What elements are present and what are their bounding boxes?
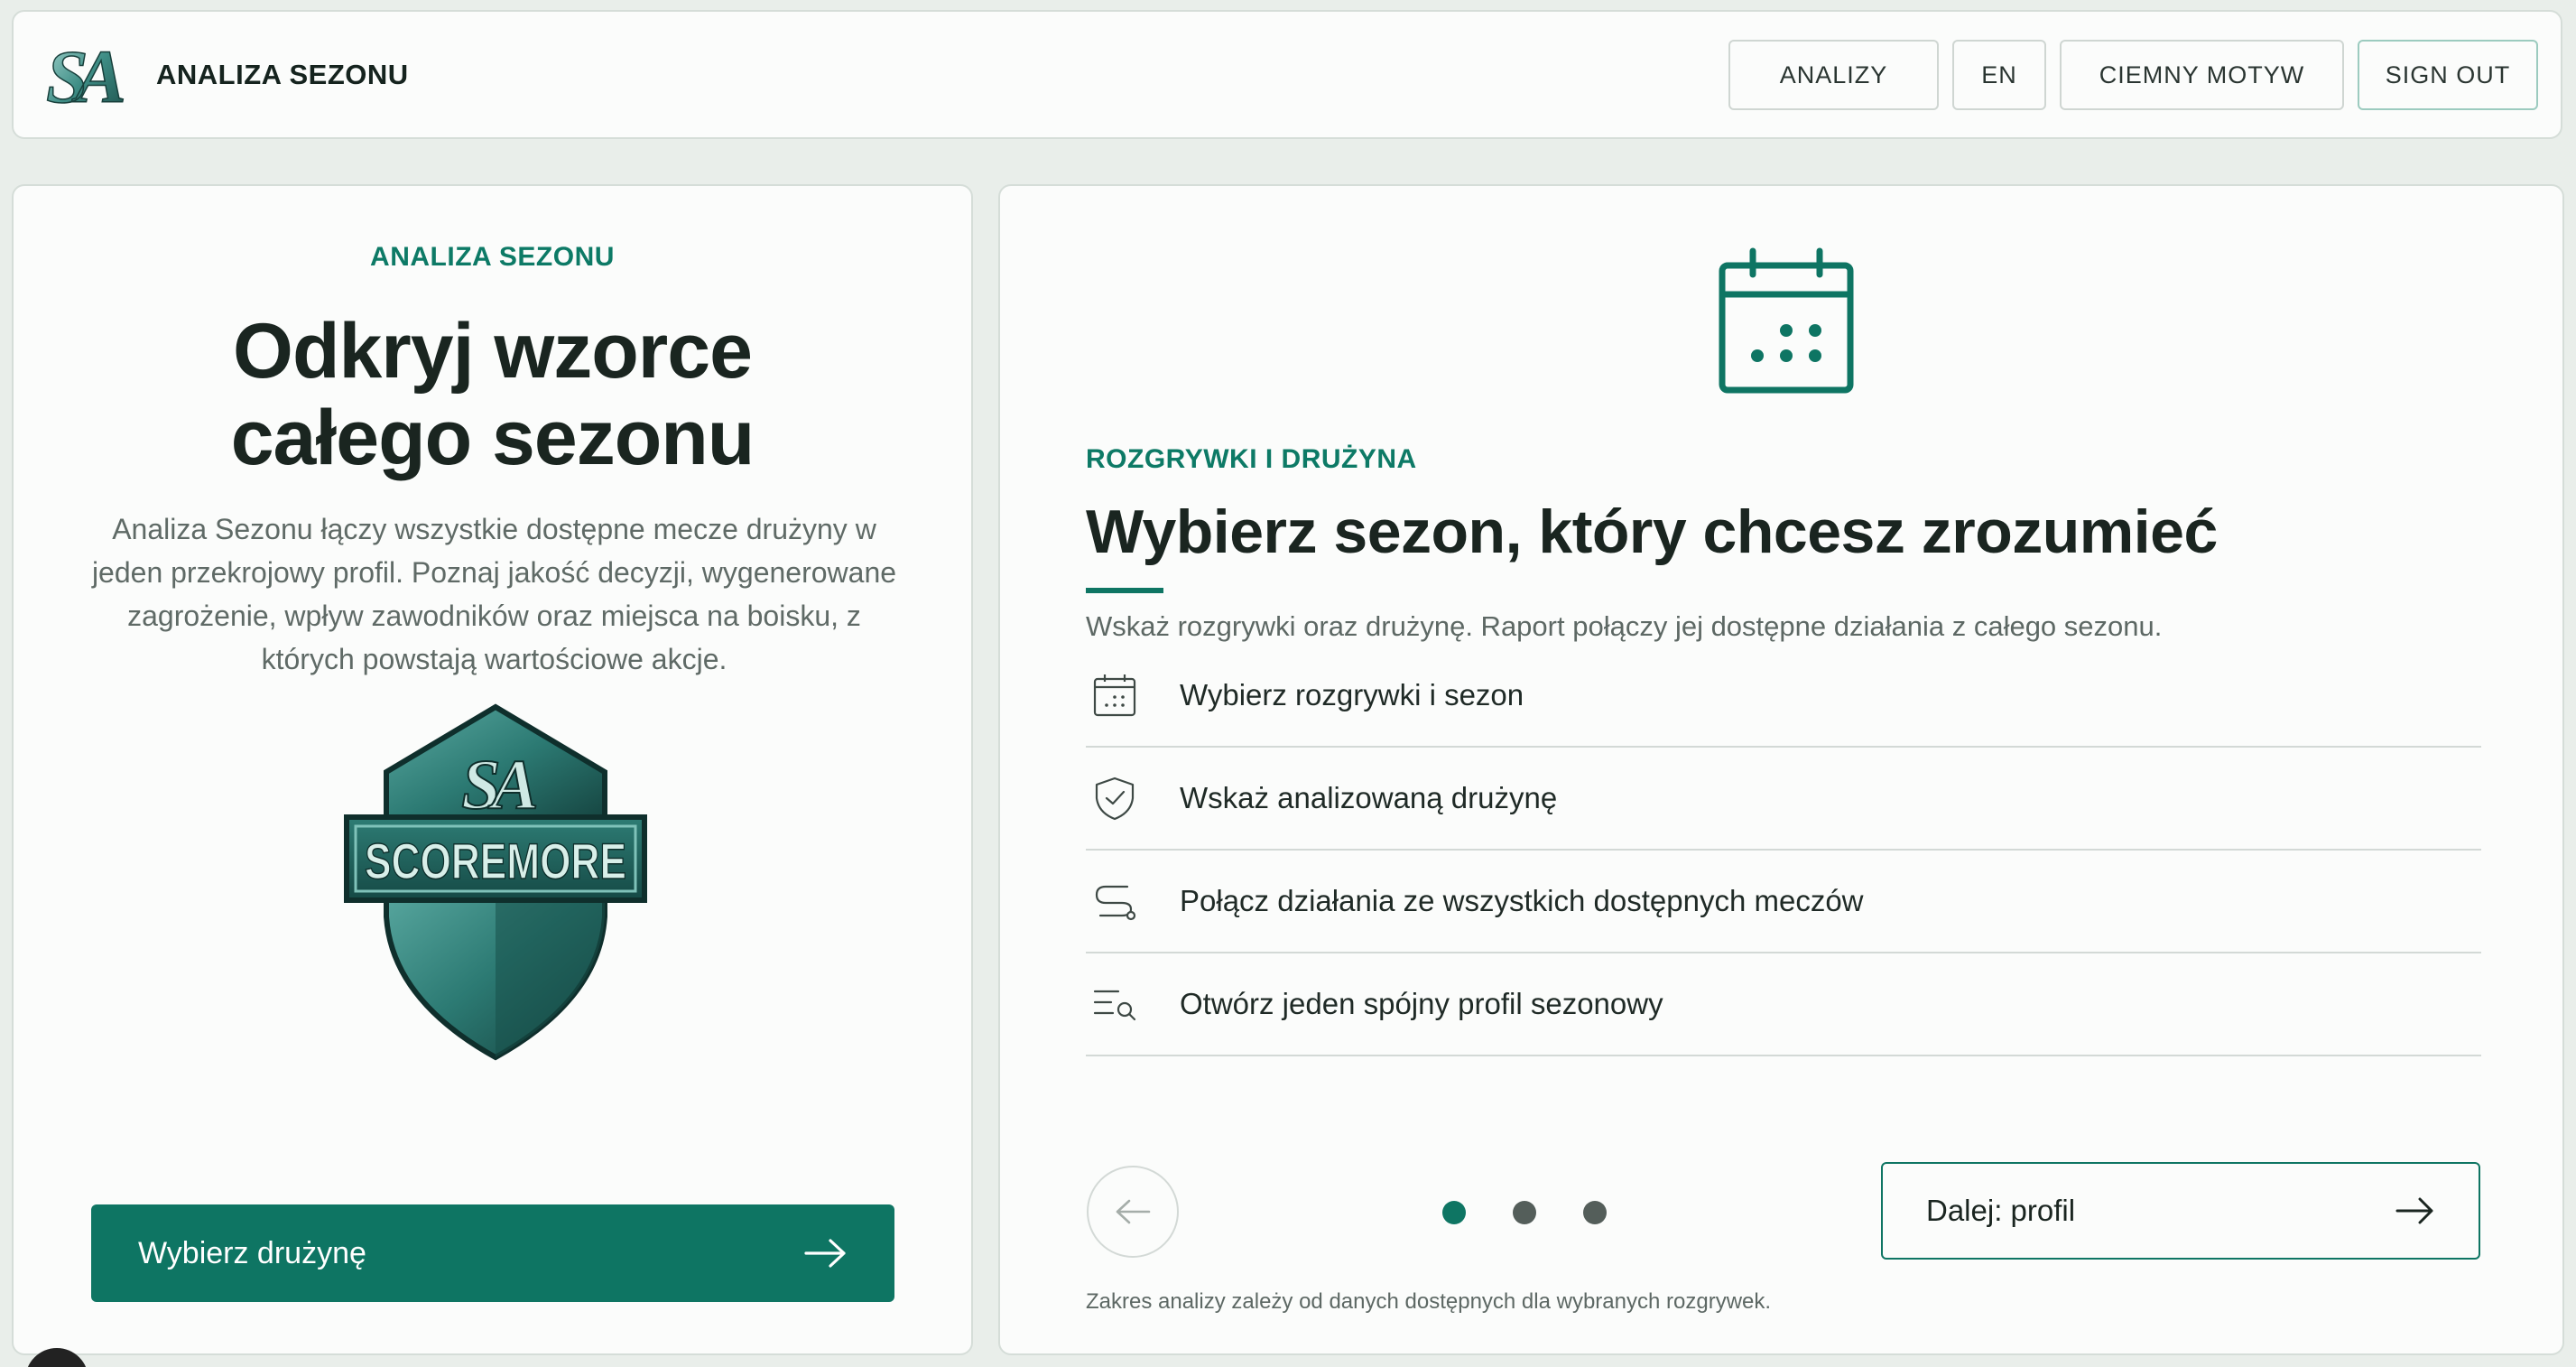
next-profile-label: Dalej: profil [1926, 1194, 2076, 1227]
intro-title: Odkryj wzorce całego sezonu [14, 308, 971, 481]
previous-button[interactable] [1087, 1166, 1179, 1258]
next-profile-button[interactable]: Dalej: profil [1881, 1162, 2480, 1260]
step-item-season: Wybierz rozgrywki i sezon [1086, 645, 2481, 748]
pagination-dots [1442, 1201, 1607, 1224]
calendar-icon [1719, 247, 1854, 394]
svg-text:SCOREMORE: SCOREMORE [365, 832, 626, 889]
pagination-dot-1[interactable] [1442, 1201, 1466, 1224]
step-label: Wybierz rozgrywki i sezon [1180, 678, 1524, 711]
wizard-title: Wybierz sezon, który chcesz zrozumieć [1086, 498, 2218, 566]
analyses-button[interactable]: ANALIZY [1728, 40, 1939, 110]
shield-check-icon [1095, 776, 1135, 821]
wizard-subtitle: Wskaż rozgrywki oraz drużynę. Raport poł… [1086, 610, 2163, 642]
top-bar: SA ANALIZA SEZONU ANALIZY EN CIEMNY MOTY… [12, 10, 2562, 139]
list-search-icon [1093, 990, 1136, 1021]
scoremore-shield-logo: SCOREMORE SA [344, 703, 647, 1061]
step-label: Połącz działania ze wszystkich dostępnyc… [1180, 884, 1864, 917]
sign-out-button[interactable]: SIGN OUT [2358, 40, 2538, 110]
steps-list: Wybierz rozgrywki i sezon Wskaż analizow… [1086, 645, 2481, 1056]
pagination-dot-2[interactable] [1513, 1201, 1536, 1224]
intro-description: Analiza Sezonu łączy wszystkie dostępne … [91, 513, 897, 675]
step-label: Wskaż analizowaną drużynę [1180, 781, 1558, 814]
choose-team-label: Wybierz drużynę [138, 1235, 366, 1270]
brand-title: ANALIZA SEZONU [156, 59, 409, 90]
step-label: Otwórz jeden spójny profil sezonowy [1180, 987, 1663, 1020]
pagination-dot-3[interactable] [1583, 1201, 1607, 1224]
intro-eyebrow: ANALIZA SEZONU [370, 242, 615, 272]
wizard-card: ROZGRYWKI I DRUŻYNA Wybierz sezon, który… [998, 184, 2564, 1355]
choose-team-button[interactable]: Wybierz drużynę [91, 1204, 894, 1302]
dark-theme-button[interactable]: CIEMNY MOTYW [2060, 40, 2344, 110]
intro-title-line1: Odkryj wzorce [233, 308, 753, 395]
intro-title-line2: całego sezonu [230, 395, 755, 481]
route-icon [1095, 885, 1136, 921]
svg-text:SA: SA [461, 745, 535, 823]
brand[interactable]: SA ANALIZA SEZONU [42, 35, 409, 115]
step-item-team: Wskaż analizowaną drużynę [1086, 748, 2481, 851]
arrow-right-icon [2395, 1197, 2433, 1224]
scope-footnote: Zakres analizy zależy od danych dostępny… [1086, 1289, 1772, 1314]
intro-card: ANALIZA SEZONU Odkryj wzorce całego sezo… [12, 184, 973, 1355]
step-item-profile: Otwórz jeden spójny profil sezonowy [1086, 953, 2481, 1056]
language-button[interactable]: EN [1952, 40, 2046, 110]
brand-logo: SA [45, 35, 134, 115]
svg-text:SA: SA [46, 35, 124, 115]
calendar-icon [1093, 674, 1136, 717]
arrow-left-icon [1116, 1199, 1151, 1224]
arrow-right-icon [804, 1239, 846, 1268]
title-underline [1086, 588, 1163, 593]
wizard-eyebrow: ROZGRYWKI I DRUŻYNA [1086, 444, 1417, 474]
step-item-matches: Połącz działania ze wszystkich dostępnyc… [1086, 851, 2481, 953]
